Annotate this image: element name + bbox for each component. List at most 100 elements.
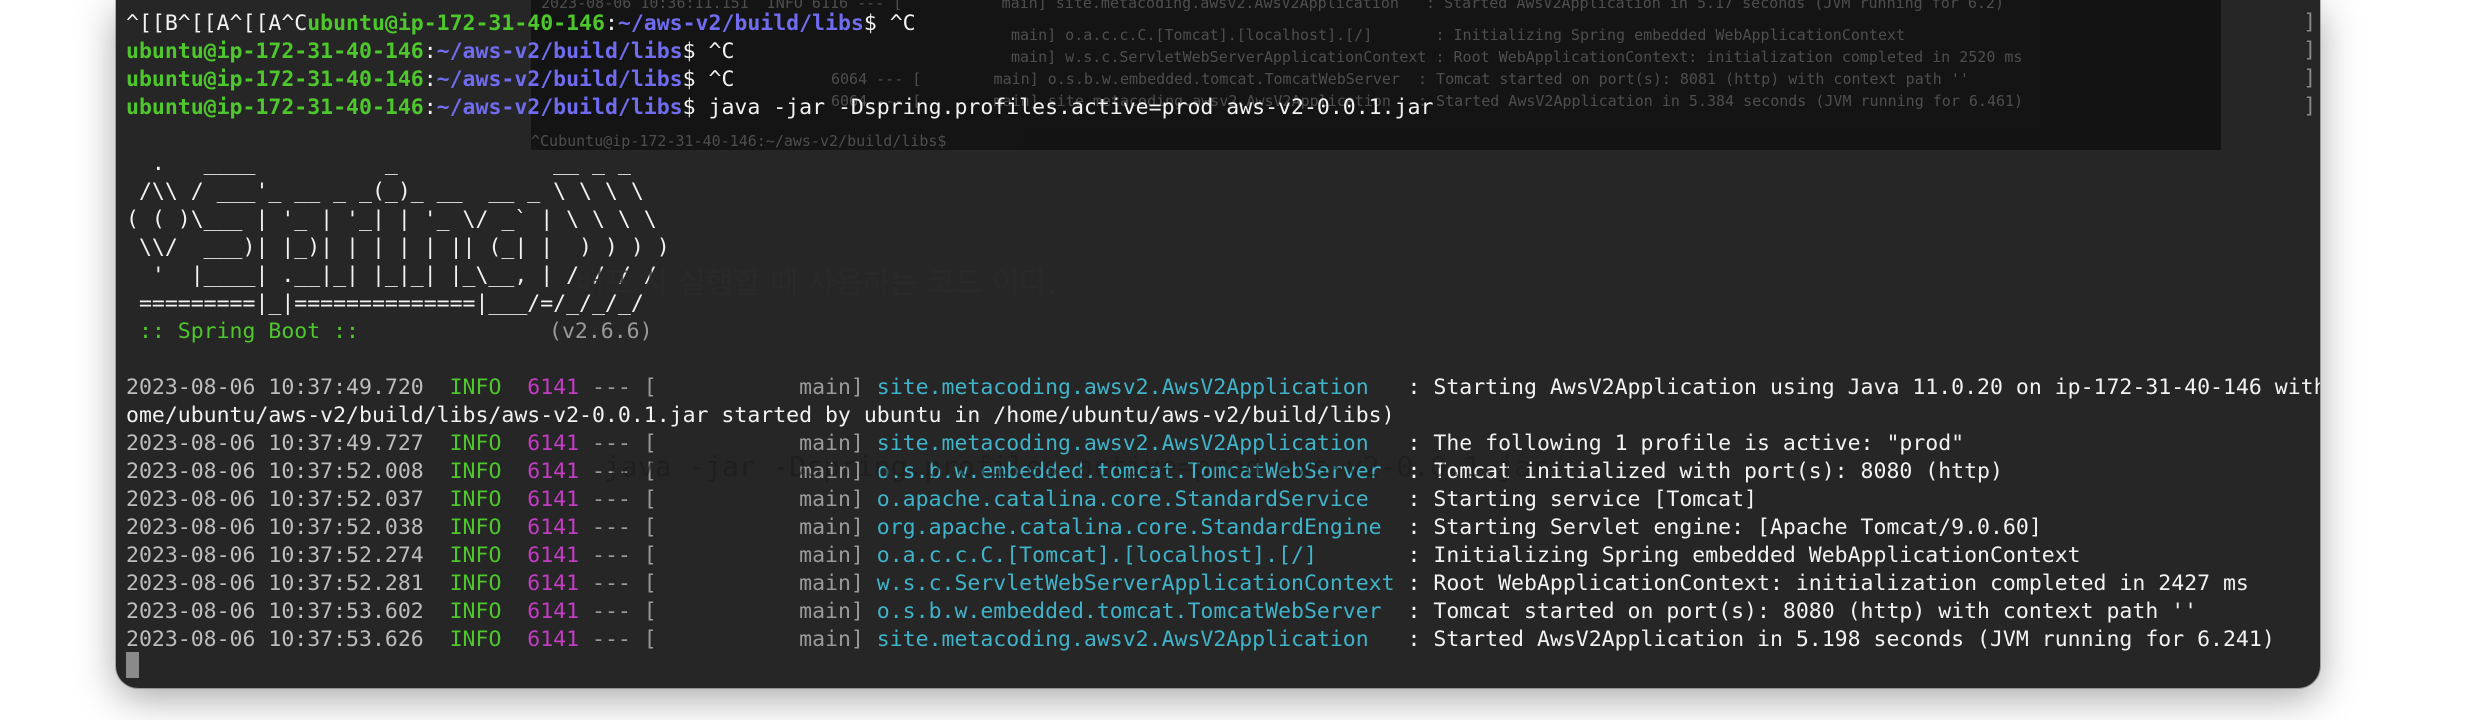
- log-separator: --- [: [579, 515, 657, 540]
- log-level: INFO: [449, 459, 502, 484]
- prompt-dollar: $: [682, 67, 696, 92]
- log-level: INFO: [449, 431, 502, 456]
- log-pid: 6141: [527, 571, 580, 596]
- ghost-log-line: main] o.a.c.c.C.[Tomcat].[localhost].[/]…: [1011, 26, 1906, 44]
- log-thread: main]: [656, 375, 864, 400]
- prompt-path: ~/aws-v2/build/libs: [436, 95, 683, 120]
- log-line: 2023-08-06 10:37:52.037 INFO 6141 --- [ …: [126, 486, 1757, 514]
- prompt-user-host: ubuntu@ip-172-31-40-146: [126, 39, 424, 64]
- prompt-line: ^[[B^[[A^[[A^Cubuntu@ip-172-31-40-146:~/…: [126, 10, 916, 38]
- banner-art-line: ( ( )\___ | '_ | '_| | '_ \/ _` | \ \ \ …: [126, 207, 657, 232]
- log-timestamp: 2023-08-06 10:37:53.602: [126, 599, 424, 624]
- prompt-user-host: ubuntu@ip-172-31-40-146: [126, 95, 424, 120]
- terminal-cursor: [126, 652, 139, 678]
- log-logger: o.apache.catalina.core.StandardService: [876, 487, 1395, 512]
- log-pid: 6141: [527, 459, 580, 484]
- log-level: INFO: [449, 515, 502, 540]
- log-separator: --- [: [579, 543, 657, 568]
- log-pid: 6141: [527, 515, 580, 540]
- log-separator: --- [: [579, 599, 657, 624]
- log-logger: site.metacoding.awsv2.AwsV2Application: [876, 375, 1395, 400]
- log-thread: main]: [656, 599, 864, 624]
- log-level: INFO: [449, 375, 502, 400]
- log-pid: 6141: [527, 431, 580, 456]
- prompt-dollar: $: [682, 39, 696, 64]
- log-logger: w.s.c.ServletWebServerApplicationContext: [876, 571, 1395, 596]
- banner-art-line: /\\ / ___'_ __ _ _(_)_ __ __ _ \ \ \ \: [126, 179, 644, 204]
- log-continuation: ome/ubuntu/aws-v2/build/libs/aws-v2-0.0.…: [126, 403, 1395, 428]
- log-line: 2023-08-06 10:37:52.281 INFO 6141 --- [ …: [126, 570, 2249, 598]
- log-separator: --- [: [579, 487, 657, 512]
- prompt-path: ~/aws-v2/build/libs: [617, 11, 864, 36]
- log-message: : Tomcat started on port(s): 8080 (http)…: [1394, 599, 2198, 624]
- prompt-path: ~/aws-v2/build/libs: [436, 39, 683, 64]
- log-pid: 6141: [527, 487, 580, 512]
- log-logger: org.apache.catalina.core.StandardEngine: [876, 515, 1395, 540]
- log-pid: 6141: [527, 375, 580, 400]
- prompt-command: java -jar -Dspring.profiles.active=prod …: [695, 95, 1434, 120]
- log-timestamp: 2023-08-06 10:37:52.037: [126, 487, 424, 512]
- log-timestamp: 2023-08-06 10:37:49.727: [126, 431, 424, 456]
- log-separator: --- [: [579, 571, 657, 596]
- log-timestamp: 2023-08-06 10:37:52.038: [126, 515, 424, 540]
- prompt-path: ~/aws-v2/build/libs: [436, 67, 683, 92]
- ghost-log-line: 6064 --- [ main] o.s.b.w.embedded.tomcat…: [831, 70, 1969, 88]
- log-level: INFO: [449, 599, 502, 624]
- log-thread: main]: [656, 487, 864, 512]
- ghost-prompt-line: ^Cubuntu@ip-172-31-40-146:~/aws-v2/build…: [531, 132, 947, 150]
- log-message: : Starting AwsV2Application using Java 1…: [1407, 375, 2321, 400]
- log-timestamp: 2023-08-06 10:37:52.281: [126, 571, 424, 596]
- log-message: : Root WebApplicationContext: initializa…: [1394, 571, 2249, 596]
- log-separator: --- [: [579, 375, 657, 400]
- spring-boot-version: (v2.6.6): [549, 319, 653, 344]
- log-line: 2023-08-06 10:37:49.720 INFO 6141 --- [ …: [126, 374, 2320, 402]
- log-line: ome/ubuntu/aws-v2/build/libs/aws-v2-0.0.…: [126, 402, 1395, 430]
- banner-art-line: =========|_|==============|___/=/_/_/_/: [126, 291, 644, 316]
- prompt-separator: :: [423, 95, 437, 120]
- spring-boot-version-line: :: Spring Boot :: (v2.6.6): [126, 318, 653, 346]
- prompt-separator: :: [423, 67, 437, 92]
- log-message: : Initializing Spring embedded WebApplic…: [1394, 543, 2081, 568]
- log-timestamp: 2023-08-06 10:37:49.720: [126, 375, 424, 400]
- prompt-separator: :: [423, 39, 437, 64]
- prompt-user-host: ubuntu@ip-172-31-40-146: [307, 11, 605, 36]
- prompt-separator: :: [604, 11, 618, 36]
- log-line: 2023-08-06 10:37:53.626 INFO 6141 --- [ …: [126, 626, 2275, 654]
- log-logger: site.metacoding.awsv2.AwsV2Application: [876, 627, 1395, 652]
- log-line: 2023-08-06 10:37:52.038 INFO 6141 --- [ …: [126, 514, 2042, 542]
- spring-boot-label: :: Spring Boot ::: [126, 319, 359, 344]
- scroll-marker: ]: [2303, 38, 2316, 62]
- prompt-line: ubuntu@ip-172-31-40-146:~/aws-v2/build/l…: [126, 94, 1433, 122]
- prompt-dollar: $: [863, 11, 877, 36]
- log-pid: 6141: [527, 599, 580, 624]
- banner-art-line: . ____ _ __ _ _: [126, 151, 631, 176]
- log-thread: main]: [656, 571, 864, 596]
- log-timestamp: 2023-08-06 10:37:52.008: [126, 459, 424, 484]
- prompt-line: ubuntu@ip-172-31-40-146:~/aws-v2/build/l…: [126, 38, 734, 66]
- scroll-marker: ]: [2303, 66, 2316, 90]
- log-line: 2023-08-06 10:37:53.602 INFO 6141 --- [ …: [126, 598, 2197, 626]
- log-level: INFO: [449, 571, 502, 596]
- log-level: INFO: [449, 627, 502, 652]
- log-level: INFO: [449, 487, 502, 512]
- terminal-window[interactable]: 2023-08-06 10:36:11.151 INFO 6116 --- [ …: [116, 0, 2320, 688]
- overlay-command-text: java -jar -Dspring.profiles.active=prod …: [604, 450, 1549, 483]
- overlay-annotation-text: 배포 시 실행할 때 사용하는 코드 이다.: [576, 266, 1057, 301]
- log-message: : Starting service [Tomcat]: [1394, 487, 1758, 512]
- log-thread: main]: [656, 515, 864, 540]
- log-message: : Starting Servlet engine: [Apache Tomca…: [1394, 515, 2042, 540]
- scroll-marker: ]: [2303, 10, 2316, 34]
- log-level: INFO: [449, 543, 502, 568]
- log-thread: main]: [656, 543, 864, 568]
- prompt-user-host: ubuntu@ip-172-31-40-146: [126, 67, 424, 92]
- log-line: 2023-08-06 10:37:52.274 INFO 6141 --- [ …: [126, 542, 2081, 570]
- prompt-command: ^C: [695, 67, 735, 92]
- log-logger: o.s.b.w.embedded.tomcat.TomcatWebServer: [876, 599, 1395, 624]
- prompt-line: ubuntu@ip-172-31-40-146:~/aws-v2/build/l…: [126, 66, 734, 94]
- prompt-dollar: $: [682, 95, 696, 120]
- log-pid: 6141: [527, 543, 580, 568]
- log-separator: --- [: [579, 627, 657, 652]
- escape-sequence: ^[[B^[[A^[[A^C: [126, 11, 308, 36]
- ghost-log-line: main] w.s.c.ServletWebServerApplicationC…: [1011, 48, 2023, 66]
- prompt-command: ^C: [876, 11, 916, 36]
